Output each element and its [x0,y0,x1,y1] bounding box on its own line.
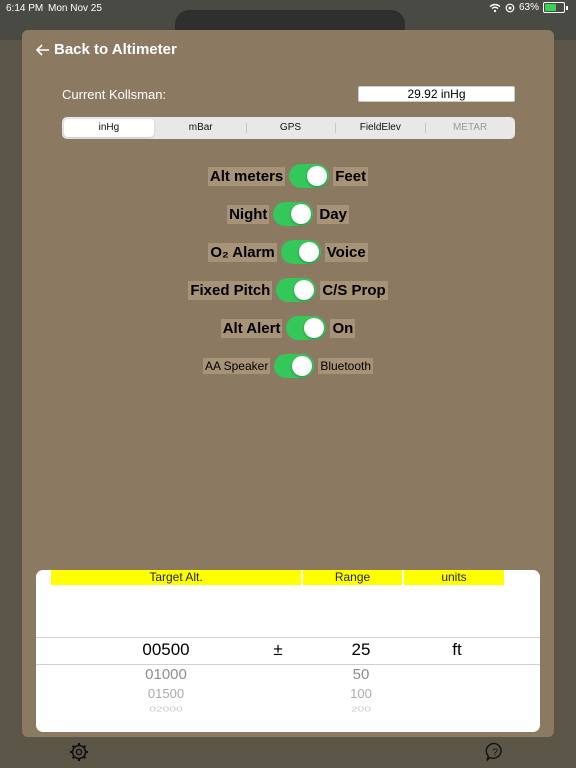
status-time: 6:14 PM [6,3,44,14]
kollsman-value-field[interactable]: 29.92 inHg [358,86,515,102]
toggle-knob [307,166,328,186]
picker-value: 01500 [147,686,185,701]
toggle-label-left: AA Speaker [202,358,271,374]
arrow-left-icon [36,43,49,56]
back-to-altimeter-button[interactable]: Back to Altimeter [36,41,177,58]
toggle-label-right: Day [317,204,349,224]
help-icon[interactable]: ? [485,742,505,762]
status-bar: 6:14 PM Mon Nov 25 63% [0,0,576,18]
plus-minus-sign: ± [273,640,283,659]
toggle-label-left: Alt meters [207,166,286,186]
wifi-icon [489,3,501,12]
prop-toggle[interactable] [276,278,317,302]
speaker-toggle[interactable] [274,354,315,378]
toggle-knob [292,356,313,376]
picker-value: 200 [350,704,372,714]
toggle-label-left: Night [227,204,270,224]
toggle-knob [294,280,315,300]
picker-value: 02000 [149,704,183,714]
toggle-label-right: Bluetooth [318,358,374,374]
toggle-row-prop: Fixed Pitch C/S Prop [22,278,554,302]
back-label: Back to Altimeter [54,41,177,58]
toggle-knob [304,318,325,338]
picker-column-range[interactable]: 25 50 100 200 [311,570,411,732]
night-day-toggle[interactable] [273,202,314,226]
target-altitude-picker[interactable]: Target Alt. Range units 00500 01000 0150… [36,570,540,732]
segment-mbar[interactable]: mBar [156,119,246,137]
toggle-label-left: Fixed Pitch [188,280,273,300]
toggle-knob [298,242,319,262]
toggle-label-right: On [330,318,356,338]
picker-value: 01000 [145,666,187,683]
picker-value: 100 [350,686,372,701]
toggle-row-o2-alarm: O₂ Alarm Voice [22,240,554,264]
o2-alarm-toggle[interactable] [280,240,321,264]
battery-fill [545,4,557,11]
toggle-row-speaker: AA Speaker Bluetooth [22,354,554,378]
segment-fieldelev[interactable]: FieldElev [335,119,425,137]
gear-icon[interactable] [69,742,89,762]
toggle-label-right: Feet [333,166,369,186]
status-date: Mon Nov 25 [48,3,102,14]
toggle-label-left: Alt Alert [220,318,283,338]
alt-units-toggle[interactable] [289,164,330,188]
segment-metar: METAR [425,119,515,137]
segment-inhg[interactable]: inHg [64,119,154,137]
alt-alert-toggle[interactable] [286,316,327,340]
toggle-label-left: O₂ Alarm [208,242,277,262]
picker-value-selected: ft [452,640,462,659]
toggle-row-alt-units: Alt meters Feet [22,164,554,188]
picker-column-units[interactable]: ft [432,570,482,732]
battery-percent: 63% [518,2,539,13]
picker-separator-column: ± [263,570,293,732]
toggle-label-right: Voice [324,242,368,262]
picker-value: 50 [352,666,370,683]
toggle-row-alt-alert: Alt Alert On [22,316,554,340]
status-right: 63% [489,2,568,13]
picker-value-selected: 25 [351,640,371,659]
toggle-label-right: C/S Prop [320,280,388,300]
picker-value-selected: 00500 [142,640,190,659]
units-segmented-control: inHg mBar GPS FieldElev METAR [62,117,515,139]
battery-nub [566,5,568,10]
battery-icon [543,2,565,13]
svg-text:?: ? [492,748,498,759]
toggle-row-night-day: Night Day [22,202,554,226]
toggle-knob [291,204,312,224]
segment-gps[interactable]: GPS [245,119,336,137]
orientation-lock-icon [505,3,515,12]
kollsman-label: Current Kollsman: [62,87,167,102]
picker-column-target[interactable]: 00500 01000 01500 02000 [116,570,216,732]
